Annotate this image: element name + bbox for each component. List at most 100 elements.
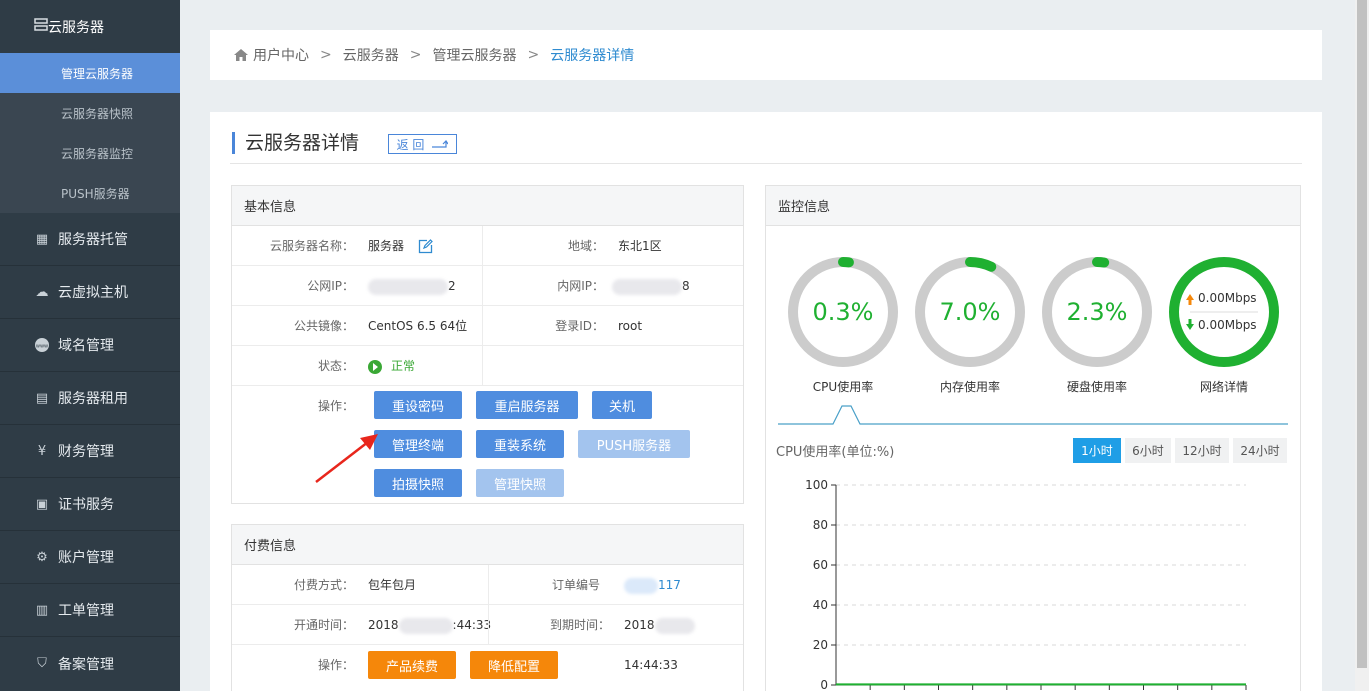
certificate-icon: ▣ <box>35 496 49 512</box>
rent-icon: ▤ <box>35 390 49 406</box>
name-label: 云服务器名称： <box>269 239 354 253</box>
sidebar-subitem-push[interactable]: PUSH服务器 <box>0 173 180 213</box>
pay-method-label: 付费方式： <box>293 578 354 592</box>
redacted-blur <box>612 278 682 295</box>
pay-method-value: 包年包月 <box>368 578 417 592</box>
status-text: 正常 <box>391 359 416 373</box>
network-down-value: 0.00Mbps <box>1198 318 1257 332</box>
region-value: 东北1区 <box>618 239 662 253</box>
scrollbar-thumb[interactable] <box>1357 0 1367 668</box>
cpu-gauge-ring: 0.3% <box>788 257 898 367</box>
play-icon <box>368 359 382 374</box>
expire-time-suffix: 14:44:33 <box>624 658 678 672</box>
sidebar-item-certificate[interactable]: ▣ 证书服务 <box>0 478 180 531</box>
reset-password-button[interactable]: 重设密码 <box>374 391 462 419</box>
manage-snapshot-button[interactable]: 管理快照 <box>476 469 564 497</box>
sidebar-item-finance[interactable]: ¥ 财务管理 <box>0 425 180 478</box>
shutdown-button[interactable]: 关机 <box>592 391 652 419</box>
y-tick-label: 0 <box>820 678 828 691</box>
sidebar-item-label: 工单管理 <box>58 603 114 619</box>
sidebar-subitem-snapshot[interactable]: 云服务器快照 <box>0 93 180 133</box>
cpu-line-chart: 100 80 60 40 20 0 <box>805 478 1247 691</box>
title-divider <box>230 163 1302 164</box>
open-time-label: 开通时间： <box>293 618 354 632</box>
sidebar-item-label: 服务器租用 <box>58 391 128 407</box>
reinstall-system-button[interactable]: 重装系统 <box>476 430 564 458</box>
expire-time-value: 2018 14:44:33 <box>624 605 743 685</box>
info-row: 公网IP： 2 内网IP： 8 <box>232 266 743 306</box>
restart-server-button[interactable]: 重启服务器 <box>476 391 578 419</box>
home-icon <box>234 49 248 61</box>
sidebar-item-domain[interactable]: www 域名管理 <box>0 319 180 372</box>
basic-info-header: 基本信息 <box>232 186 743 226</box>
order-value[interactable]: 117 <box>624 565 681 605</box>
sidebar-item-filing[interactable]: ⛉ 备案管理 <box>0 637 180 690</box>
edit-icon[interactable] <box>418 239 433 254</box>
redacted-blur <box>398 617 453 634</box>
back-button[interactable]: 返 回 <box>388 134 457 154</box>
server-name: 服务器 <box>368 239 405 253</box>
disk-gauge[interactable]: 2.3% 硬盘使用率 <box>1041 256 1153 394</box>
info-row: 开通时间： 2018:44:33 到期时间： 2018 14:44:33 <box>232 605 743 672</box>
renew-button[interactable]: 产品续费 <box>368 651 456 679</box>
info-row: 付费方式： 包年包月 订单编号 117 <box>232 565 743 605</box>
main-panel: 云服务器详情 返 回 基本信息 云服务器名称： 服务器 地域： 东北1区 公网I… <box>210 112 1322 691</box>
open-time-suffix: :44:33 <box>452 618 492 632</box>
arrow-down-icon <box>1186 319 1194 330</box>
private-ip-value: 8 <box>612 266 690 306</box>
annotation-arrow <box>315 434 378 483</box>
redacted-blur <box>654 617 695 634</box>
svg-text:www: www <box>36 344 48 350</box>
push-server-button[interactable]: PUSH服务器 <box>578 430 690 458</box>
cpu-gauge-value: 0.3% <box>813 298 874 326</box>
memory-gauge-value: 7.0% <box>940 298 1001 326</box>
sidebar-item-ticket[interactable]: ▥ 工单管理 <box>0 584 180 637</box>
range-button-6h[interactable]: 6小时 <box>1125 438 1171 463</box>
downgrade-button[interactable]: 降低配置 <box>470 651 558 679</box>
sidebar-item-label: 服务器托管 <box>58 232 128 248</box>
memory-gauge[interactable]: 7.0% 内存使用率 <box>914 256 1026 394</box>
sidebar-item-label: 备案管理 <box>58 656 114 673</box>
order-label: 订单编号 <box>551 578 600 592</box>
back-button-label: 返 回 <box>396 137 425 152</box>
expire-time-label: 到期时间： <box>549 618 610 632</box>
network-up-value: 0.00Mbps <box>1198 291 1257 305</box>
breadcrumb-item-user-center[interactable]: 用户中心 <box>253 45 309 65</box>
cpu-gauge[interactable]: 0.3% CPU使用率 <box>787 256 899 394</box>
shield-icon: ⛉ <box>37 656 47 671</box>
breadcrumb-separator: > <box>527 47 540 63</box>
monitor-header: 监控信息 <box>766 186 1300 226</box>
sidebar-item-label: 证书服务 <box>58 497 114 513</box>
sidebar-subitem-monitor[interactable]: 云服务器监控 <box>0 133 180 173</box>
gear-icon: ⚙ <box>36 549 48 565</box>
basic-info-card: 基本信息 云服务器名称： 服务器 地域： 东北1区 公网IP： 2 内网IP： … <box>231 185 744 504</box>
login-label: 登录ID： <box>555 319 604 333</box>
range-button-1h[interactable]: 1小时 <box>1073 438 1121 463</box>
billing-ops-label: 操作： <box>317 658 354 672</box>
range-button-24h[interactable]: 24小时 <box>1233 438 1287 463</box>
breadcrumb-current: 云服务器详情 <box>550 48 635 64</box>
ops-label: 操作： <box>317 399 354 413</box>
cloud-host-icon: ☁ <box>35 284 49 300</box>
network-gauge[interactable]: 0.00Mbps 0.00Mbps 网络详情 <box>1168 256 1280 394</box>
rack-icon: ▦ <box>35 231 49 247</box>
sidebar-item-hosting[interactable]: ▦ 服务器托管 <box>0 213 180 266</box>
sidebar-item-server-rent[interactable]: ▤ 服务器租用 <box>0 372 180 425</box>
memory-gauge-label: 内存使用率 <box>939 380 1000 394</box>
public-ip-suffix: 2 <box>448 279 456 293</box>
sidebar-item-virtual-host[interactable]: ☁ 云虚拟主机 <box>0 266 180 319</box>
vertical-scrollbar[interactable] <box>1355 0 1369 691</box>
breadcrumb-item-cloud-server[interactable]: 云服务器 <box>343 45 399 65</box>
breadcrumb-separator: > <box>320 47 332 63</box>
sidebar-subitem-manage-cloud-server[interactable]: 管理云服务器 <box>0 53 180 93</box>
range-button-12h[interactable]: 12小时 <box>1175 438 1229 463</box>
info-row: 云服务器名称： 服务器 地域： 东北1区 <box>232 226 743 266</box>
sidebar-item-account[interactable]: ⚙ 账户管理 <box>0 531 180 584</box>
yen-icon: ¥ <box>37 443 47 459</box>
www-icon: www <box>34 337 50 353</box>
sidebar-item-label: 云虚拟主机 <box>58 285 128 301</box>
disk-gauge-value: 2.3% <box>1067 298 1128 326</box>
redacted-blur <box>368 278 448 295</box>
breadcrumb-item-manage[interactable]: 管理云服务器 <box>432 45 516 65</box>
sidebar-item-cloud-server[interactable]: 云服务器 <box>0 0 180 53</box>
